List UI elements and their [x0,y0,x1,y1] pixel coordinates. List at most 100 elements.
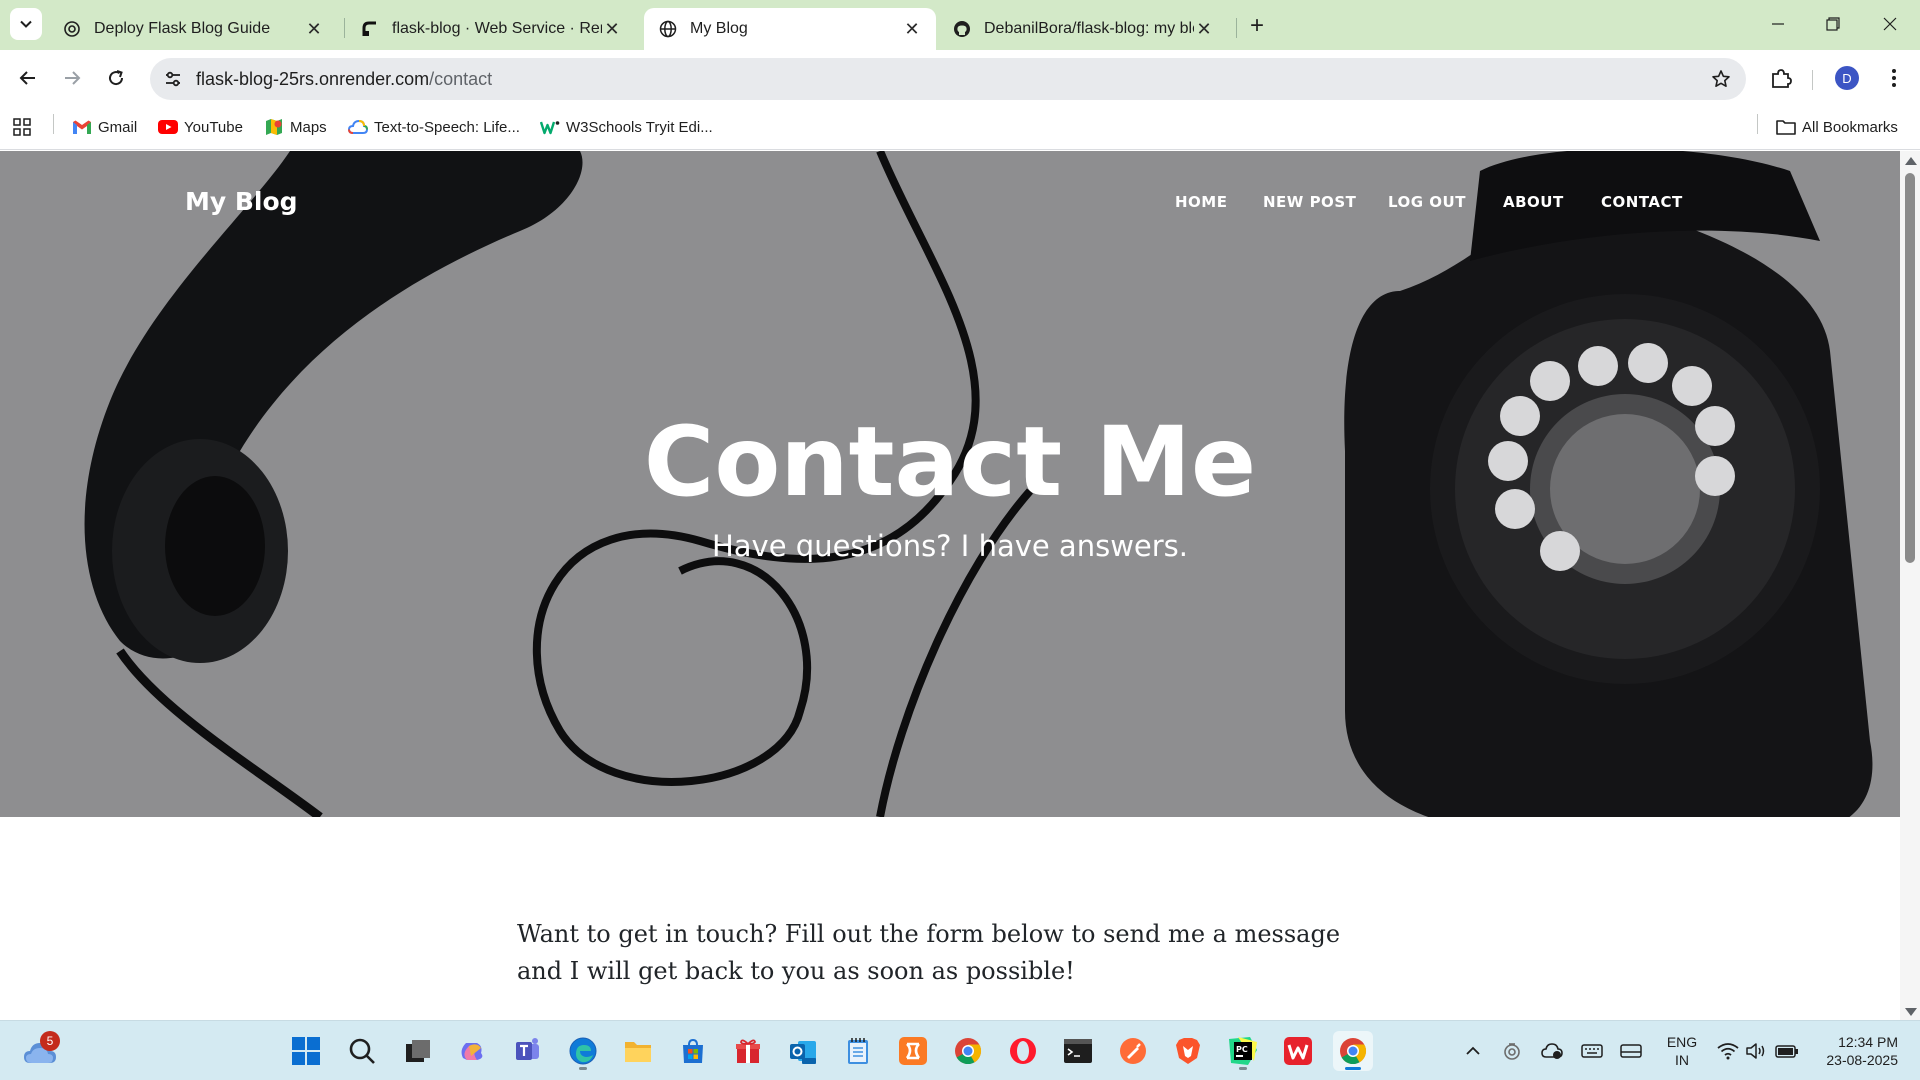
wps-app[interactable] [1278,1031,1318,1071]
clock-date: 23-08-2025 [1826,1052,1898,1068]
bookmark-youtube[interactable]: YouTube [158,114,243,140]
tab-github[interactable]: DebanilBora/flask-blog: my blog ✕ [938,8,1228,50]
teams-icon [516,1038,539,1060]
bookmark-star-icon[interactable] [1710,68,1732,90]
chrome-active-app[interactable] [1333,1031,1373,1071]
page-subtitle: Have questions? I have answers. [711,529,1189,563]
brave-app[interactable] [1168,1031,1208,1071]
url-host: flask-blog-25rs.onrender.com [196,69,430,89]
browser-menu-button[interactable] [1878,62,1910,94]
task-view-button[interactable] [398,1031,438,1071]
network-button[interactable] [1716,1039,1740,1063]
chrome-icon [955,1038,982,1065]
start-button[interactable] [286,1031,326,1071]
blog-brand-link[interactable]: My Blog [185,187,298,216]
site-settings-icon[interactable] [162,68,184,90]
puzzle-icon [1772,69,1792,88]
hero-header: My Blog HOME NEW POST LOG OUT ABOUT CONT… [0,151,1900,817]
tab-my-blog[interactable]: My Blog ✕ [644,8,936,50]
edge-app[interactable] [563,1031,603,1071]
battery-button[interactable] [1775,1039,1799,1063]
bookmark-label: All Bookmarks [1802,118,1898,136]
show-hidden-icons-button[interactable] [1461,1039,1485,1063]
restore-icon [1826,17,1840,31]
pycharm-app[interactable]: PC [1223,1031,1263,1071]
display-button[interactable] [1619,1039,1643,1063]
volume-icon [1746,1043,1765,1059]
xampp-app[interactable] [893,1031,933,1071]
onedrive-status-button[interactable] [1540,1039,1564,1063]
back-button[interactable] [12,62,44,94]
reload-button[interactable] [100,62,132,94]
start-icon [292,1037,320,1065]
bookmark-gmail[interactable]: Gmail [72,114,137,140]
close-icon[interactable]: ✕ [902,19,922,39]
gmail-icon [72,117,92,137]
page-scrollbar[interactable] [1900,151,1920,1020]
weather-widget[interactable]: 5 [22,1031,62,1069]
close-icon[interactable]: ✕ [1194,19,1214,39]
apps-button[interactable] [12,114,38,140]
teams-app[interactable] [508,1031,548,1071]
copilot-app[interactable] [452,1031,492,1071]
tray-app-button[interactable] [1500,1039,1524,1063]
close-icon [1883,17,1897,31]
forward-button[interactable] [56,62,88,94]
all-bookmarks-button[interactable]: All Bookmarks [1776,114,1898,140]
url-path: /contact [429,69,493,89]
nav-link-contact[interactable]: CONTACT [1601,193,1683,211]
bookmark-text-to-speech[interactable]: Text-to-Speech: Life... [348,114,520,140]
terminal-app[interactable] [1058,1031,1098,1071]
running-indicator [579,1067,587,1070]
nav-link-about[interactable]: ABOUT [1503,193,1564,211]
battery-charging-icon [1775,1045,1798,1058]
touch-keyboard-button[interactable] [1580,1039,1604,1063]
notepad-icon [848,1038,868,1064]
tab-search-button[interactable] [10,8,42,40]
extensions-button[interactable] [1765,62,1797,94]
nav-link-log-out[interactable]: LOG OUT [1388,193,1466,211]
file-explorer-app[interactable] [618,1031,658,1071]
close-icon[interactable]: ✕ [602,19,622,39]
microsoft-store-app[interactable] [673,1031,713,1071]
nav-link-new-post[interactable]: NEW POST [1263,193,1356,211]
postman-app[interactable] [1113,1031,1153,1071]
bookmarks-divider [1757,114,1758,134]
address-bar[interactable]: flask-blog-25rs.onrender.com/contact [150,58,1746,100]
bookmarks-divider [53,114,54,134]
taskbar-search-button[interactable] [342,1031,382,1071]
tab-render[interactable]: flask-blog · Web Service · Render ✕ [346,8,636,50]
clock[interactable]: 12:34 PM 23-08-2025 [1808,1033,1898,1069]
terminal-icon [1064,1039,1092,1063]
bookmark-maps[interactable]: Maps [264,114,327,140]
youtube-icon [158,117,178,137]
bookmark-w3schools[interactable]: W3Schools Tryit Edi... [540,114,713,140]
tab-separator [1236,18,1237,38]
notepad-app[interactable] [838,1031,878,1071]
outlook-app[interactable] [783,1031,823,1071]
scroll-down-arrow-icon[interactable] [1905,1008,1917,1016]
nav-link-home[interactable]: HOME [1175,193,1227,211]
toolbar-divider [1812,70,1813,90]
opera-app[interactable] [1003,1031,1043,1071]
scroll-up-arrow-icon[interactable] [1905,157,1917,165]
new-tab-button[interactable]: + [1243,12,1271,40]
volume-button[interactable] [1744,1039,1768,1063]
brave-icon [1176,1038,1200,1064]
restore-button[interactable] [1813,8,1853,40]
postman-icon [1120,1038,1146,1064]
window-close-button[interactable] [1870,8,1910,40]
pycharm-icon: PC [1229,1037,1257,1065]
profile-avatar[interactable]: D [1835,66,1859,90]
minimize-button[interactable] [1758,8,1798,40]
chrome-app[interactable] [948,1031,988,1071]
store-icon [683,1038,703,1063]
tab-deploy-flask[interactable]: Deploy Flask Blog Guide ✕ [48,8,338,50]
scrollbar-thumb[interactable] [1905,173,1915,563]
outlook-icon [790,1041,816,1064]
close-icon[interactable]: ✕ [304,19,324,39]
language-indicator[interactable]: ENG IN [1664,1033,1700,1069]
svg-text:PC: PC [1236,1045,1248,1054]
gift-app[interactable] [728,1031,768,1071]
running-indicator [1239,1067,1247,1070]
